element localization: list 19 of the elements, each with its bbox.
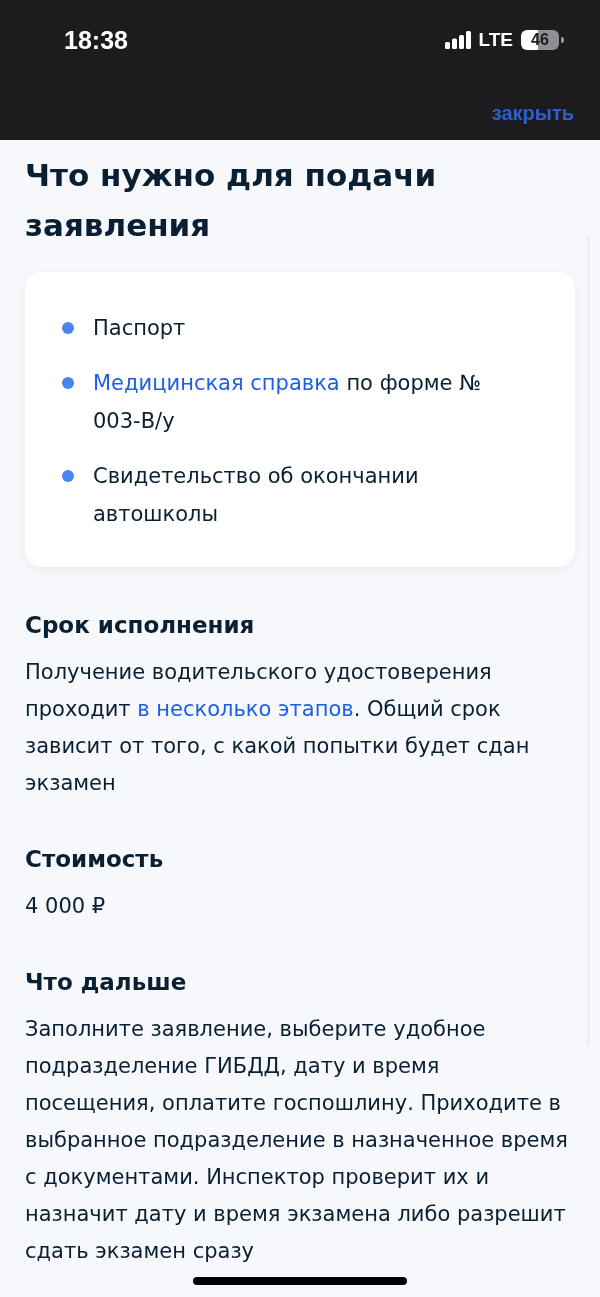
requirement-text: Паспорт [93, 315, 187, 342]
requirement-text: Медицинская справка по форме № 003-В/у [93, 370, 483, 435]
close-link[interactable]: закрыть [491, 100, 574, 126]
section-text: Заполните заявление, выберите удобное подразделение ГИБДД, дату и время посещения, оплатите госпошлину. Приходите в выбранное подразделение в назначенное время с документами. Инспектор проверит их и назначит дату и время экзамена либо разрешит сдать экзамен сразу [25, 1016, 569, 1265]
bullet-icon [62, 322, 74, 334]
requirement-text: Свидетельство об окончании автошколы [93, 463, 420, 528]
section-heading: Срок исполнения [25, 611, 256, 640]
section-heading: Стоимость [25, 845, 165, 874]
section-text: 4 000 ₽ [25, 893, 107, 920]
section-heading: Что дальше [25, 968, 188, 997]
bullet-icon [62, 470, 74, 482]
link[interactable]: Медицинская справка [93, 371, 340, 395]
page-title: Что нужно для подачи заявления [25, 156, 438, 245]
network-type: LTE [478, 28, 513, 52]
section-text: Получение водительского удостоверения проходит в несколько этапов. Общий срок зависит от того, с какой попытки будет сдан экзамен [25, 659, 531, 797]
bullet-icon [62, 377, 74, 389]
signal-icon [444, 31, 471, 49]
link[interactable]: в несколько этапов [137, 697, 354, 721]
clock-time: 18:38 [64, 25, 128, 56]
